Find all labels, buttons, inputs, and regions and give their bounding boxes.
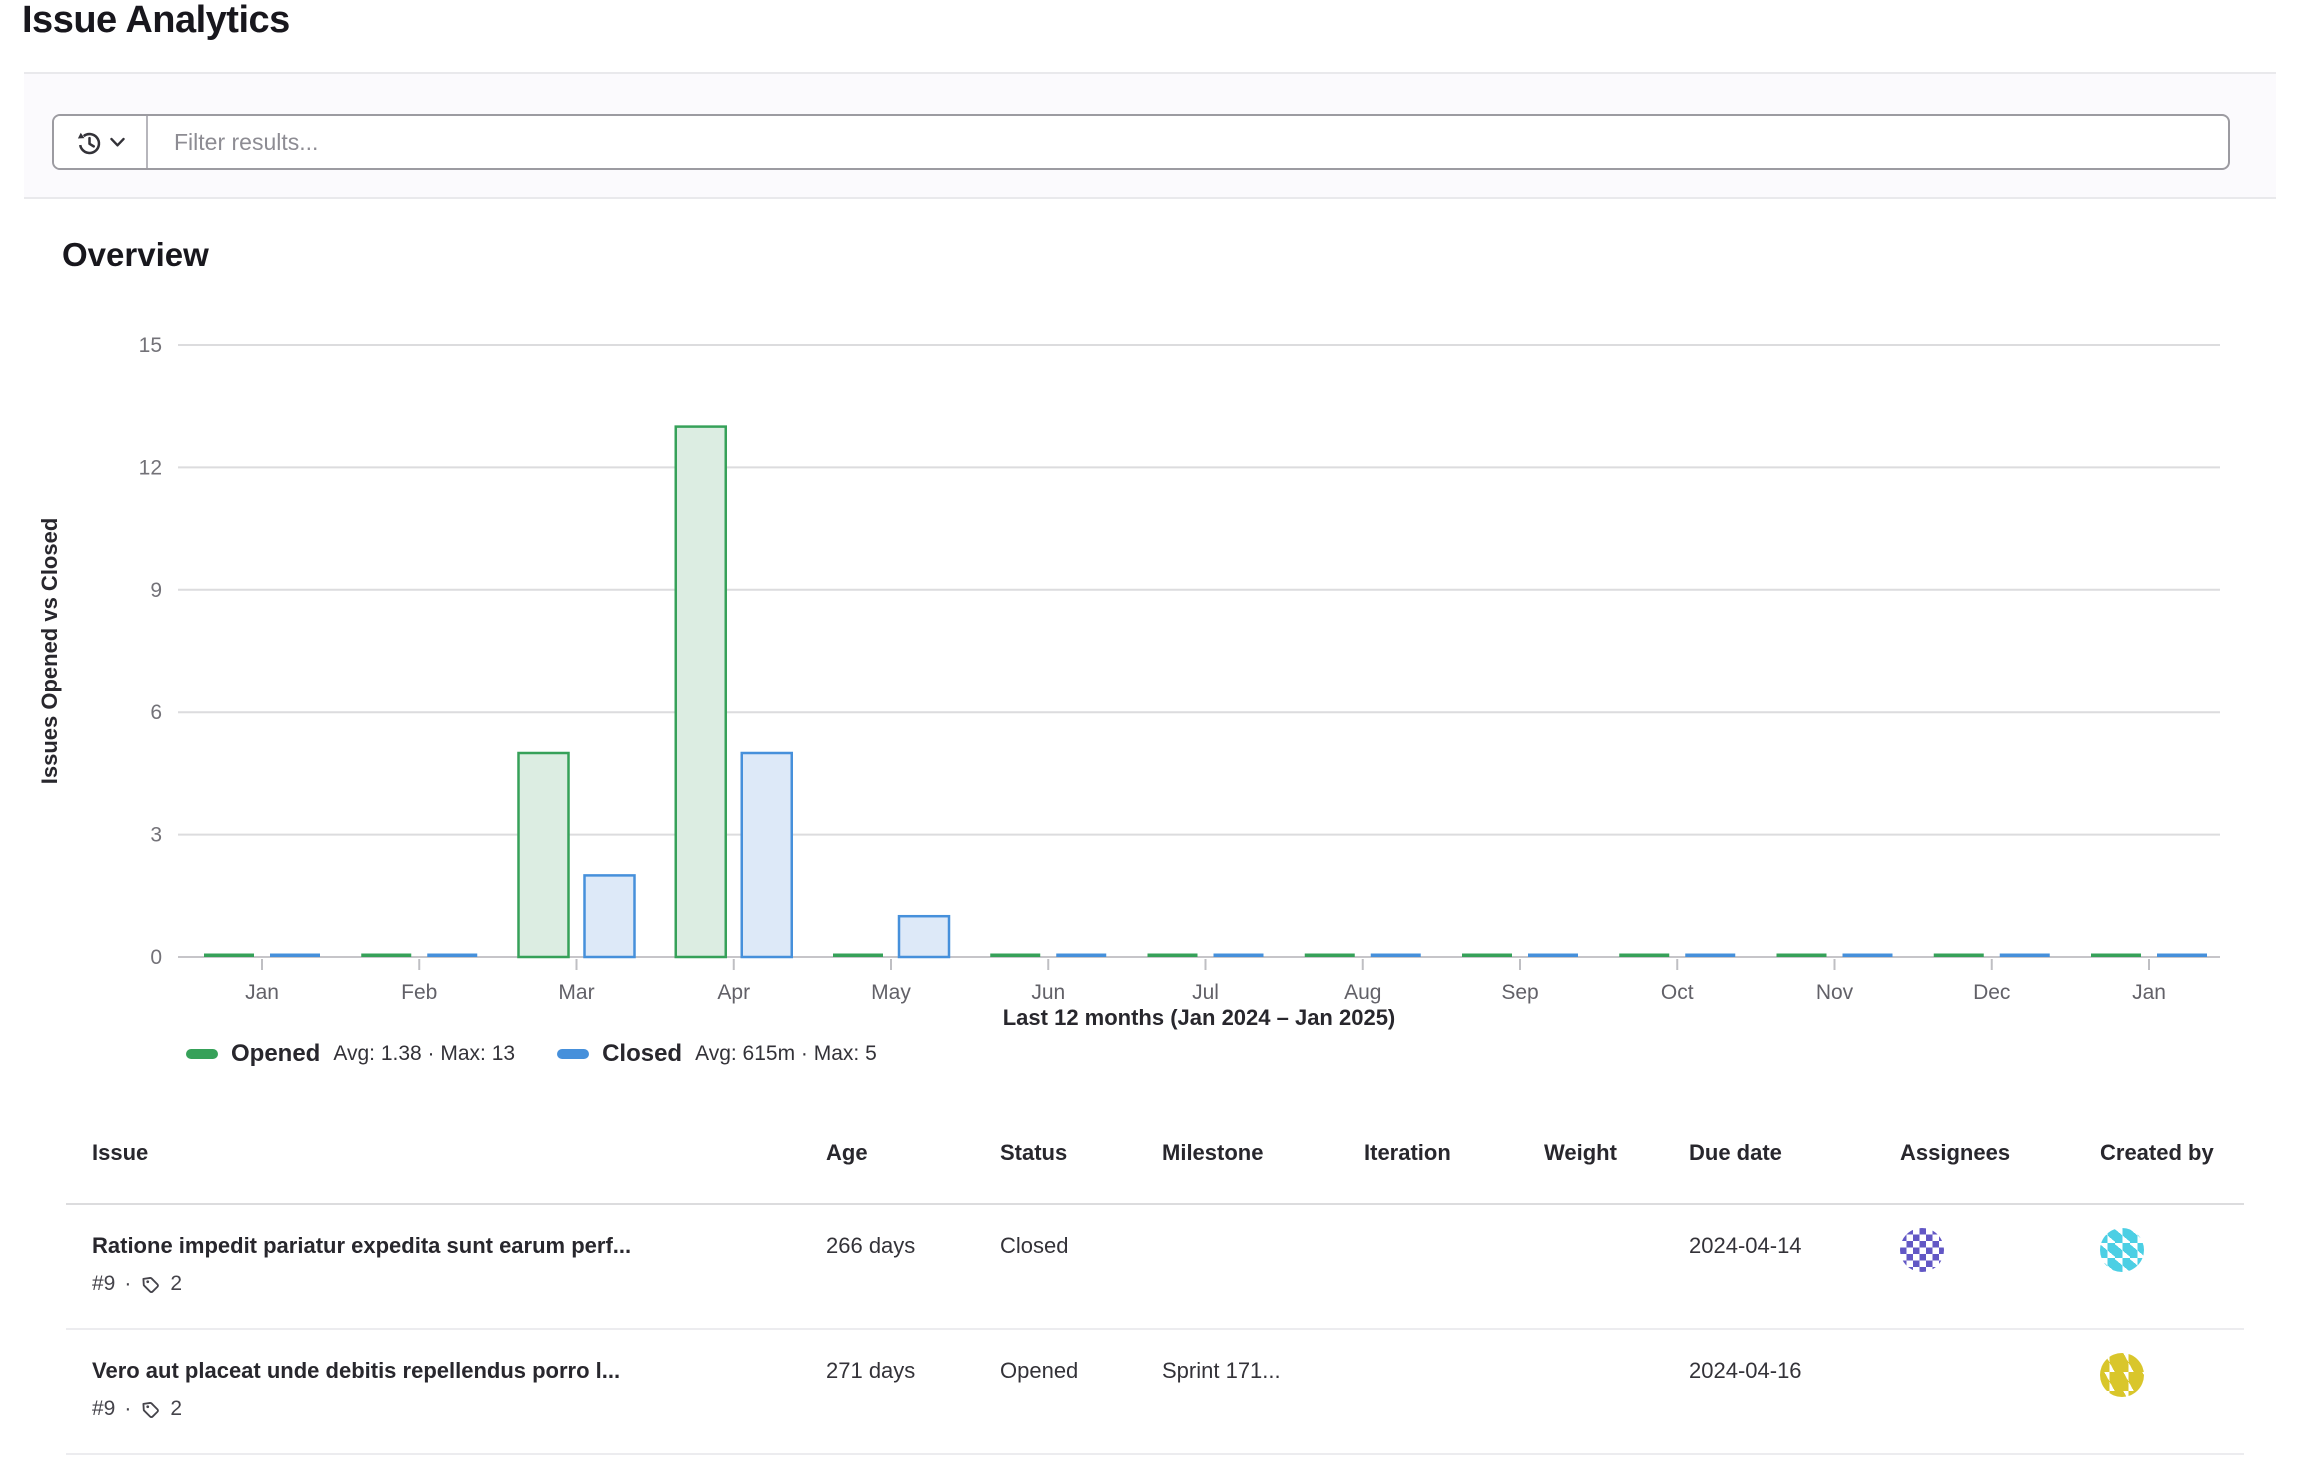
overview-heading: Overview — [62, 236, 209, 274]
weight-cell — [1518, 1330, 1663, 1453]
issues-table: Issue Age Status Milestone Iteration Wei… — [66, 1128, 2244, 1455]
milestone-cell: Sprint 171... — [1136, 1330, 1338, 1453]
opened-series-swatch — [186, 1049, 218, 1059]
due-date-cell: 2024-04-14 — [1663, 1205, 1874, 1328]
issue-meta: #9 · 2 — [92, 1395, 800, 1423]
closed-series-stats: Avg: 615m · Max: 5 — [695, 1042, 877, 1066]
created-by-cell — [2074, 1330, 2244, 1453]
iteration-cell — [1338, 1330, 1518, 1453]
svg-text:Feb: Feb — [401, 981, 437, 1004]
column-header-status: Status — [974, 1128, 1136, 1203]
status-cell: Closed — [974, 1205, 1136, 1328]
status-cell: Opened — [974, 1330, 1136, 1453]
filtered-search-control — [52, 114, 2230, 170]
legend-item-closed[interactable]: Closed Avg: 615m · Max: 5 — [557, 1040, 877, 1068]
column-header-iteration: Iteration — [1338, 1128, 1518, 1203]
age-cell: 266 days — [800, 1205, 974, 1328]
assignees-cell — [1874, 1205, 2074, 1328]
chevron-down-icon — [110, 137, 125, 148]
label-count: 2 — [170, 1270, 182, 1298]
issue-ref: #9 — [92, 1395, 115, 1423]
issue-link[interactable]: Vero aut placeat unde debitis repellendu… — [92, 1357, 800, 1385]
page-title: Issue Analytics — [22, 0, 290, 48]
label-icon — [140, 1274, 161, 1295]
svg-text:Mar: Mar — [558, 981, 594, 1004]
column-header-age: Age — [800, 1128, 974, 1203]
table-header-row: Issue Age Status Milestone Iteration Wei… — [66, 1128, 2244, 1205]
age-cell: 271 days — [800, 1330, 974, 1453]
svg-text:Dec: Dec — [1973, 981, 2010, 1004]
column-header-due-date: Due date — [1663, 1128, 1874, 1203]
created-by-avatar[interactable] — [2100, 1353, 2144, 1397]
svg-text:6: 6 — [150, 701, 162, 724]
svg-text:Apr: Apr — [717, 981, 750, 1004]
chart-legend: Opened Avg: 1.38 · Max: 13 Closed Avg: 6… — [186, 1040, 877, 1068]
filter-history-button[interactable] — [54, 116, 148, 168]
label-count: 2 — [170, 1395, 182, 1423]
svg-text:9: 9 — [150, 579, 162, 602]
column-header-milestone: Milestone — [1136, 1128, 1338, 1203]
opened-series-label: Opened — [231, 1040, 320, 1068]
meta-separator: · — [124, 1395, 131, 1423]
label-icon — [140, 1399, 161, 1420]
svg-text:Sep: Sep — [1501, 981, 1538, 1004]
svg-text:Issues Opened vs Closed: Issues Opened vs Closed — [37, 518, 62, 785]
svg-text:Oct: Oct — [1661, 981, 1694, 1004]
column-header-created-by: Created by — [2074, 1128, 2244, 1203]
filter-input[interactable] — [148, 116, 2228, 168]
svg-text:Last 12 months (Jan 2024 – Jan: Last 12 months (Jan 2024 – Jan 2025) — [1003, 1005, 1396, 1030]
issues-opened-vs-closed-chart: 0 3 6 9 12 15 Jan Feb Mar Apr May Jun Jul Aug Sep Oct No… — [0, 330, 2312, 1042]
table-row: Vero aut placeat unde debitis repellendu… — [66, 1330, 2244, 1455]
svg-text:May: May — [871, 981, 911, 1004]
due-date-cell: 2024-04-16 — [1663, 1330, 1874, 1453]
column-header-weight: Weight — [1518, 1128, 1663, 1203]
svg-text:Jul: Jul — [1192, 981, 1219, 1004]
closed-series-label: Closed — [602, 1040, 682, 1068]
table-row: Ratione impedit pariatur expedita sunt e… — [66, 1205, 2244, 1330]
opened-series-stats: Avg: 1.38 · Max: 13 — [333, 1042, 515, 1066]
svg-text:Aug: Aug — [1344, 981, 1381, 1004]
svg-text:3: 3 — [150, 824, 162, 847]
issue-cell: Vero aut placeat unde debitis repellendu… — [66, 1330, 800, 1453]
svg-text:12: 12 — [139, 456, 162, 479]
issue-meta: #9 · 2 — [92, 1270, 800, 1298]
milestone-cell — [1136, 1205, 1338, 1328]
issue-ref: #9 — [92, 1270, 115, 1298]
meta-separator: · — [124, 1270, 131, 1298]
filter-bar — [24, 72, 2276, 199]
column-header-issue: Issue — [66, 1128, 800, 1203]
created-by-cell — [2074, 1205, 2244, 1328]
created-by-avatar[interactable] — [2100, 1228, 2144, 1272]
history-icon — [75, 129, 102, 156]
svg-text:15: 15 — [139, 334, 162, 357]
assignees-cell — [1874, 1330, 2074, 1453]
svg-text:Jan: Jan — [245, 981, 279, 1004]
closed-series-swatch — [557, 1049, 589, 1059]
weight-cell — [1518, 1205, 1663, 1328]
svg-text:0: 0 — [150, 946, 162, 969]
issue-cell: Ratione impedit pariatur expedita sunt e… — [66, 1205, 800, 1328]
svg-text:Jun: Jun — [1031, 981, 1065, 1004]
iteration-cell — [1338, 1205, 1518, 1328]
column-header-assignees: Assignees — [1874, 1128, 2074, 1203]
svg-text:Jan: Jan — [2132, 981, 2166, 1004]
svg-text:Nov: Nov — [1816, 981, 1854, 1004]
assignee-avatar[interactable] — [1900, 1228, 1944, 1272]
issue-link[interactable]: Ratione impedit pariatur expedita sunt e… — [92, 1232, 800, 1260]
legend-item-opened[interactable]: Opened Avg: 1.38 · Max: 13 — [186, 1040, 515, 1068]
